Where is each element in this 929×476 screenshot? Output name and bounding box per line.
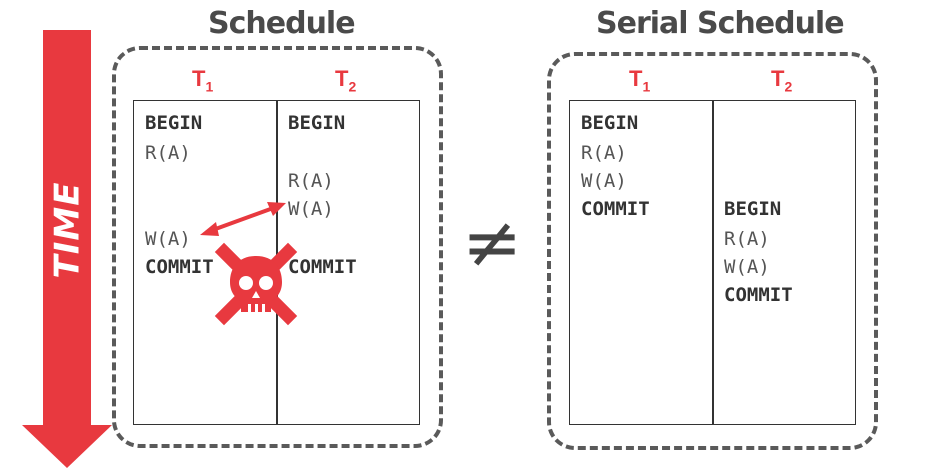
serial-t1-read: R(A) [581,142,627,164]
serial-t2-read: R(A) [724,228,770,250]
schedule-t1-write: W(A) [145,228,191,250]
skull-crossbones-icon [214,242,298,326]
schedule-t2-label: T2 [335,66,357,95]
schedule-t1-read: R(A) [145,142,191,164]
schedule-t2-begin: BEGIN [288,112,346,134]
schedule-t2-write: W(A) [288,198,334,220]
not-equal-symbol: ≠ [462,200,523,284]
serial-t2-write: W(A) [724,256,770,278]
serial-t2-label: T2 [771,66,793,95]
schedule-t1-commit: COMMIT [145,256,214,278]
serial-t2-commit: COMMIT [724,284,793,306]
schedule-title: Schedule [208,6,356,41]
serial-t1-write: W(A) [581,170,627,192]
serial-divider [712,100,714,425]
serial-t1-label: T1 [629,66,651,95]
serial-t1-begin: BEGIN [581,112,639,134]
time-label: TIME [47,181,87,279]
serial-t1-commit: COMMIT [581,198,650,220]
serial-t2-begin: BEGIN [724,198,782,220]
schedule-t2-read: R(A) [288,170,334,192]
schedule-t1-begin: BEGIN [145,112,203,134]
serial-schedule-title: Serial Schedule [596,6,845,41]
schedule-t1-label: T1 [192,66,214,95]
